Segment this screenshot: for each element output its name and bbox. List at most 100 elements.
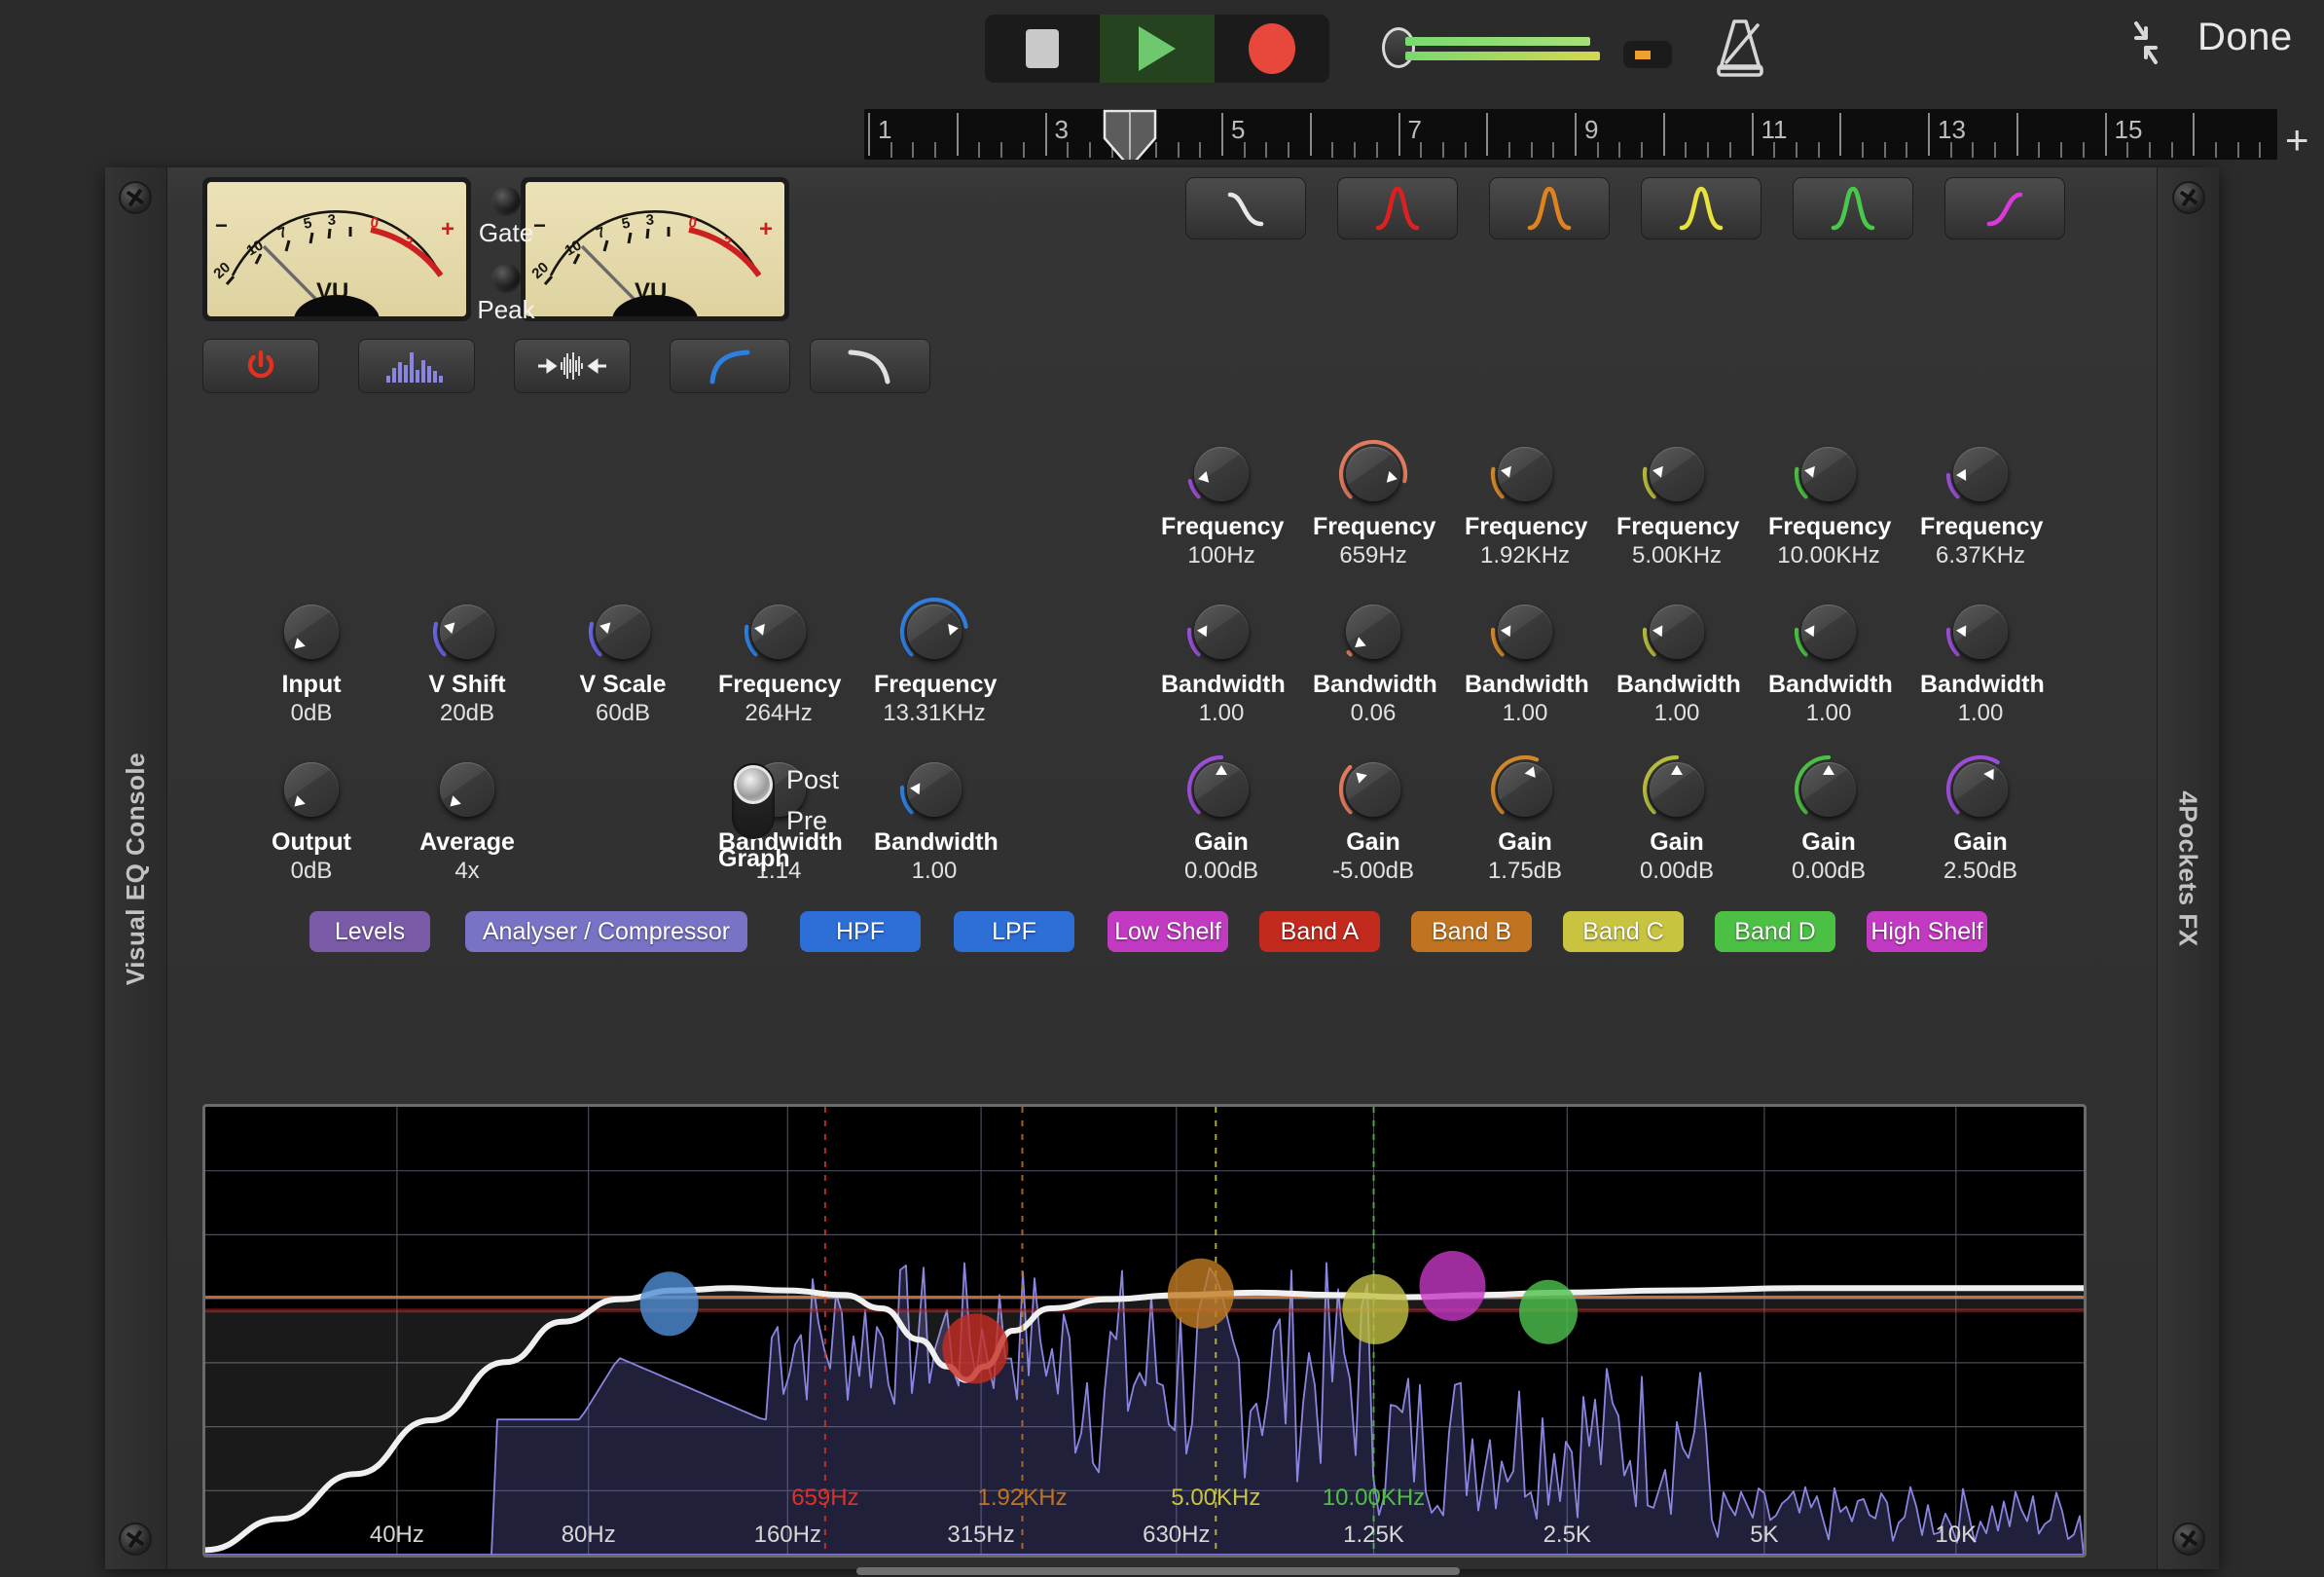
section-chip-levels[interactable]: Levels [309, 911, 430, 952]
band-d-bandwidth-knob[interactable] [1793, 596, 1865, 668]
hpf-handle[interactable] [640, 1271, 699, 1336]
high-shelf-handle[interactable] [1420, 1251, 1486, 1321]
section-chip-band-d[interactable]: Band D [1715, 911, 1835, 952]
output-knob[interactable] [275, 753, 347, 825]
low-shelf-bandwidth-knob[interactable] [1185, 596, 1257, 668]
input-knob[interactable] [275, 596, 347, 668]
low-shelf-gain-knob[interactable] [1185, 753, 1257, 825]
band-d-shape-button[interactable] [1793, 177, 1913, 239]
section-chip-band-a[interactable]: Band A [1259, 911, 1380, 952]
high-shelf-frequency-knob[interactable] [1944, 438, 2016, 510]
v-shift-label: V Shift [407, 671, 527, 699]
band-c-frequency-knob[interactable] [1641, 438, 1713, 510]
toggle-knob[interactable] [734, 765, 773, 804]
high-shelf-frequency-pointer [1956, 468, 1966, 480]
band-d-gain-knob[interactable] [1793, 753, 1865, 825]
band-b-handle[interactable] [1168, 1259, 1234, 1329]
lpf-bandwidth-knob[interactable] [898, 753, 970, 825]
band-c-gain-knob[interactable] [1641, 753, 1713, 825]
master-level-meter[interactable] [1382, 25, 1674, 72]
bell-curve-icon [1522, 181, 1577, 236]
playhead-marker[interactable] [1103, 109, 1157, 160]
ruler-major-tick [2193, 113, 2195, 156]
done-button[interactable]: Done [2197, 16, 2293, 59]
eq-graph[interactable]: 40Hz80Hz160Hz315Hz630Hz1.25K2.5K5K10K 65… [202, 1104, 2087, 1558]
high-shelf-bandwidth-control: Bandwidth1.00 [1920, 596, 2041, 727]
play-button[interactable] [1100, 15, 1215, 83]
section-chip-analyser-compressor[interactable]: Analyser / Compressor [465, 911, 747, 952]
v-shift-knob[interactable] [431, 596, 503, 668]
section-chip-band-b[interactable]: Band B [1411, 911, 1532, 952]
high-shelf-bandwidth-knob[interactable] [1944, 596, 2016, 668]
power-button[interactable] [202, 339, 319, 393]
high-shelf-gain-value: 2.50dB [1920, 858, 2041, 885]
toggle-track[interactable] [732, 763, 775, 839]
band-b-frequency-knob[interactable] [1489, 438, 1561, 510]
collapse-arrows-icon[interactable] [2117, 14, 2175, 72]
timeline-ruler[interactable]: 13579111315 [864, 109, 2277, 160]
band-a-handle[interactable] [942, 1313, 1008, 1383]
ruler-bar-number: 13 [1938, 115, 1966, 145]
lpf-curve-button[interactable] [810, 339, 930, 393]
clip-indicator[interactable] [1623, 41, 1672, 68]
section-chip-band-c[interactable]: Band C [1563, 911, 1684, 952]
output-control: Output0dB [251, 753, 372, 885]
stop-button[interactable] [985, 15, 1100, 83]
band-c-shape-button[interactable] [1641, 177, 1761, 239]
low-shelf-bandwidth-control: Bandwidth1.00 [1161, 596, 1282, 727]
band-d-handle[interactable] [1519, 1280, 1578, 1344]
average-knob[interactable] [431, 753, 503, 825]
band-a-frequency-label: Frequency [1313, 513, 1434, 541]
ruler-minor-tick [1023, 142, 1025, 158]
lowpass-curve-icon [843, 347, 897, 385]
section-chip-high-shelf[interactable]: High Shelf [1867, 911, 1987, 952]
v-scale-label: V Scale [563, 671, 683, 699]
master-volume-knob[interactable] [1382, 27, 1415, 68]
lpf-frequency-knob[interactable] [898, 596, 970, 668]
section-chip-lpf[interactable]: LPF [954, 911, 1074, 952]
ruler-minor-tick [1796, 142, 1797, 158]
toggle-option-pre[interactable]: Pre [786, 806, 827, 836]
band-c-bandwidth-knob[interactable] [1641, 596, 1713, 668]
band-b-gain-knob[interactable] [1489, 753, 1561, 825]
metronome-icon[interactable] [1713, 16, 1771, 80]
add-track-button[interactable]: + [2285, 117, 2309, 164]
band-a-bandwidth-body [1346, 605, 1400, 659]
record-button[interactable] [1215, 15, 1329, 83]
hpf-curve-button[interactable] [670, 339, 790, 393]
eq-graph-canvas[interactable] [205, 1107, 2084, 1555]
band-a-frequency-value: 659Hz [1313, 542, 1434, 569]
compressor-button[interactable] [514, 339, 631, 393]
high-shelf-shape-button[interactable] [1944, 177, 2065, 239]
graph-x-tick-label: 160Hz [754, 1522, 821, 1549]
svg-text:5: 5 [620, 215, 632, 233]
band-d-frequency-knob[interactable] [1793, 438, 1865, 510]
band-b-bandwidth-knob[interactable] [1489, 596, 1561, 668]
ruler-bar-number: 15 [2115, 115, 2143, 145]
section-chip-low-shelf[interactable]: Low Shelf [1108, 911, 1228, 952]
analyser-button[interactable] [358, 339, 475, 393]
section-chip-hpf[interactable]: HPF [800, 911, 921, 952]
hpf-frequency-knob[interactable] [743, 596, 815, 668]
ruler-minor-tick [1508, 142, 1510, 158]
v-scale-knob[interactable] [587, 596, 659, 668]
toggle-option-post[interactable]: Post [786, 765, 839, 795]
band-a-shape-button[interactable] [1337, 177, 1458, 239]
band-b-shape-button[interactable] [1489, 177, 1610, 239]
input-body [284, 605, 339, 659]
band-a-gain-knob[interactable] [1337, 753, 1409, 825]
band-a-bandwidth-knob[interactable] [1337, 596, 1409, 668]
ruler-bar-number: 1 [878, 115, 891, 145]
band-c-handle[interactable] [1342, 1274, 1408, 1344]
band-a-frequency-knob[interactable] [1337, 438, 1409, 510]
ruler-major-tick [1398, 113, 1400, 156]
high-shelf-gain-knob[interactable] [1944, 753, 2016, 825]
band-d-bandwidth-label: Bandwidth [1768, 671, 1889, 699]
ruler-minor-tick [934, 142, 936, 158]
ruler-minor-tick [1906, 142, 1907, 158]
horizontal-scrollbar[interactable] [856, 1567, 1460, 1575]
graph-x-tick-label: 40Hz [370, 1522, 424, 1549]
ruler-minor-tick [1000, 142, 1002, 158]
low-shelf-shape-button[interactable] [1185, 177, 1306, 239]
low-shelf-frequency-knob[interactable] [1185, 438, 1257, 510]
